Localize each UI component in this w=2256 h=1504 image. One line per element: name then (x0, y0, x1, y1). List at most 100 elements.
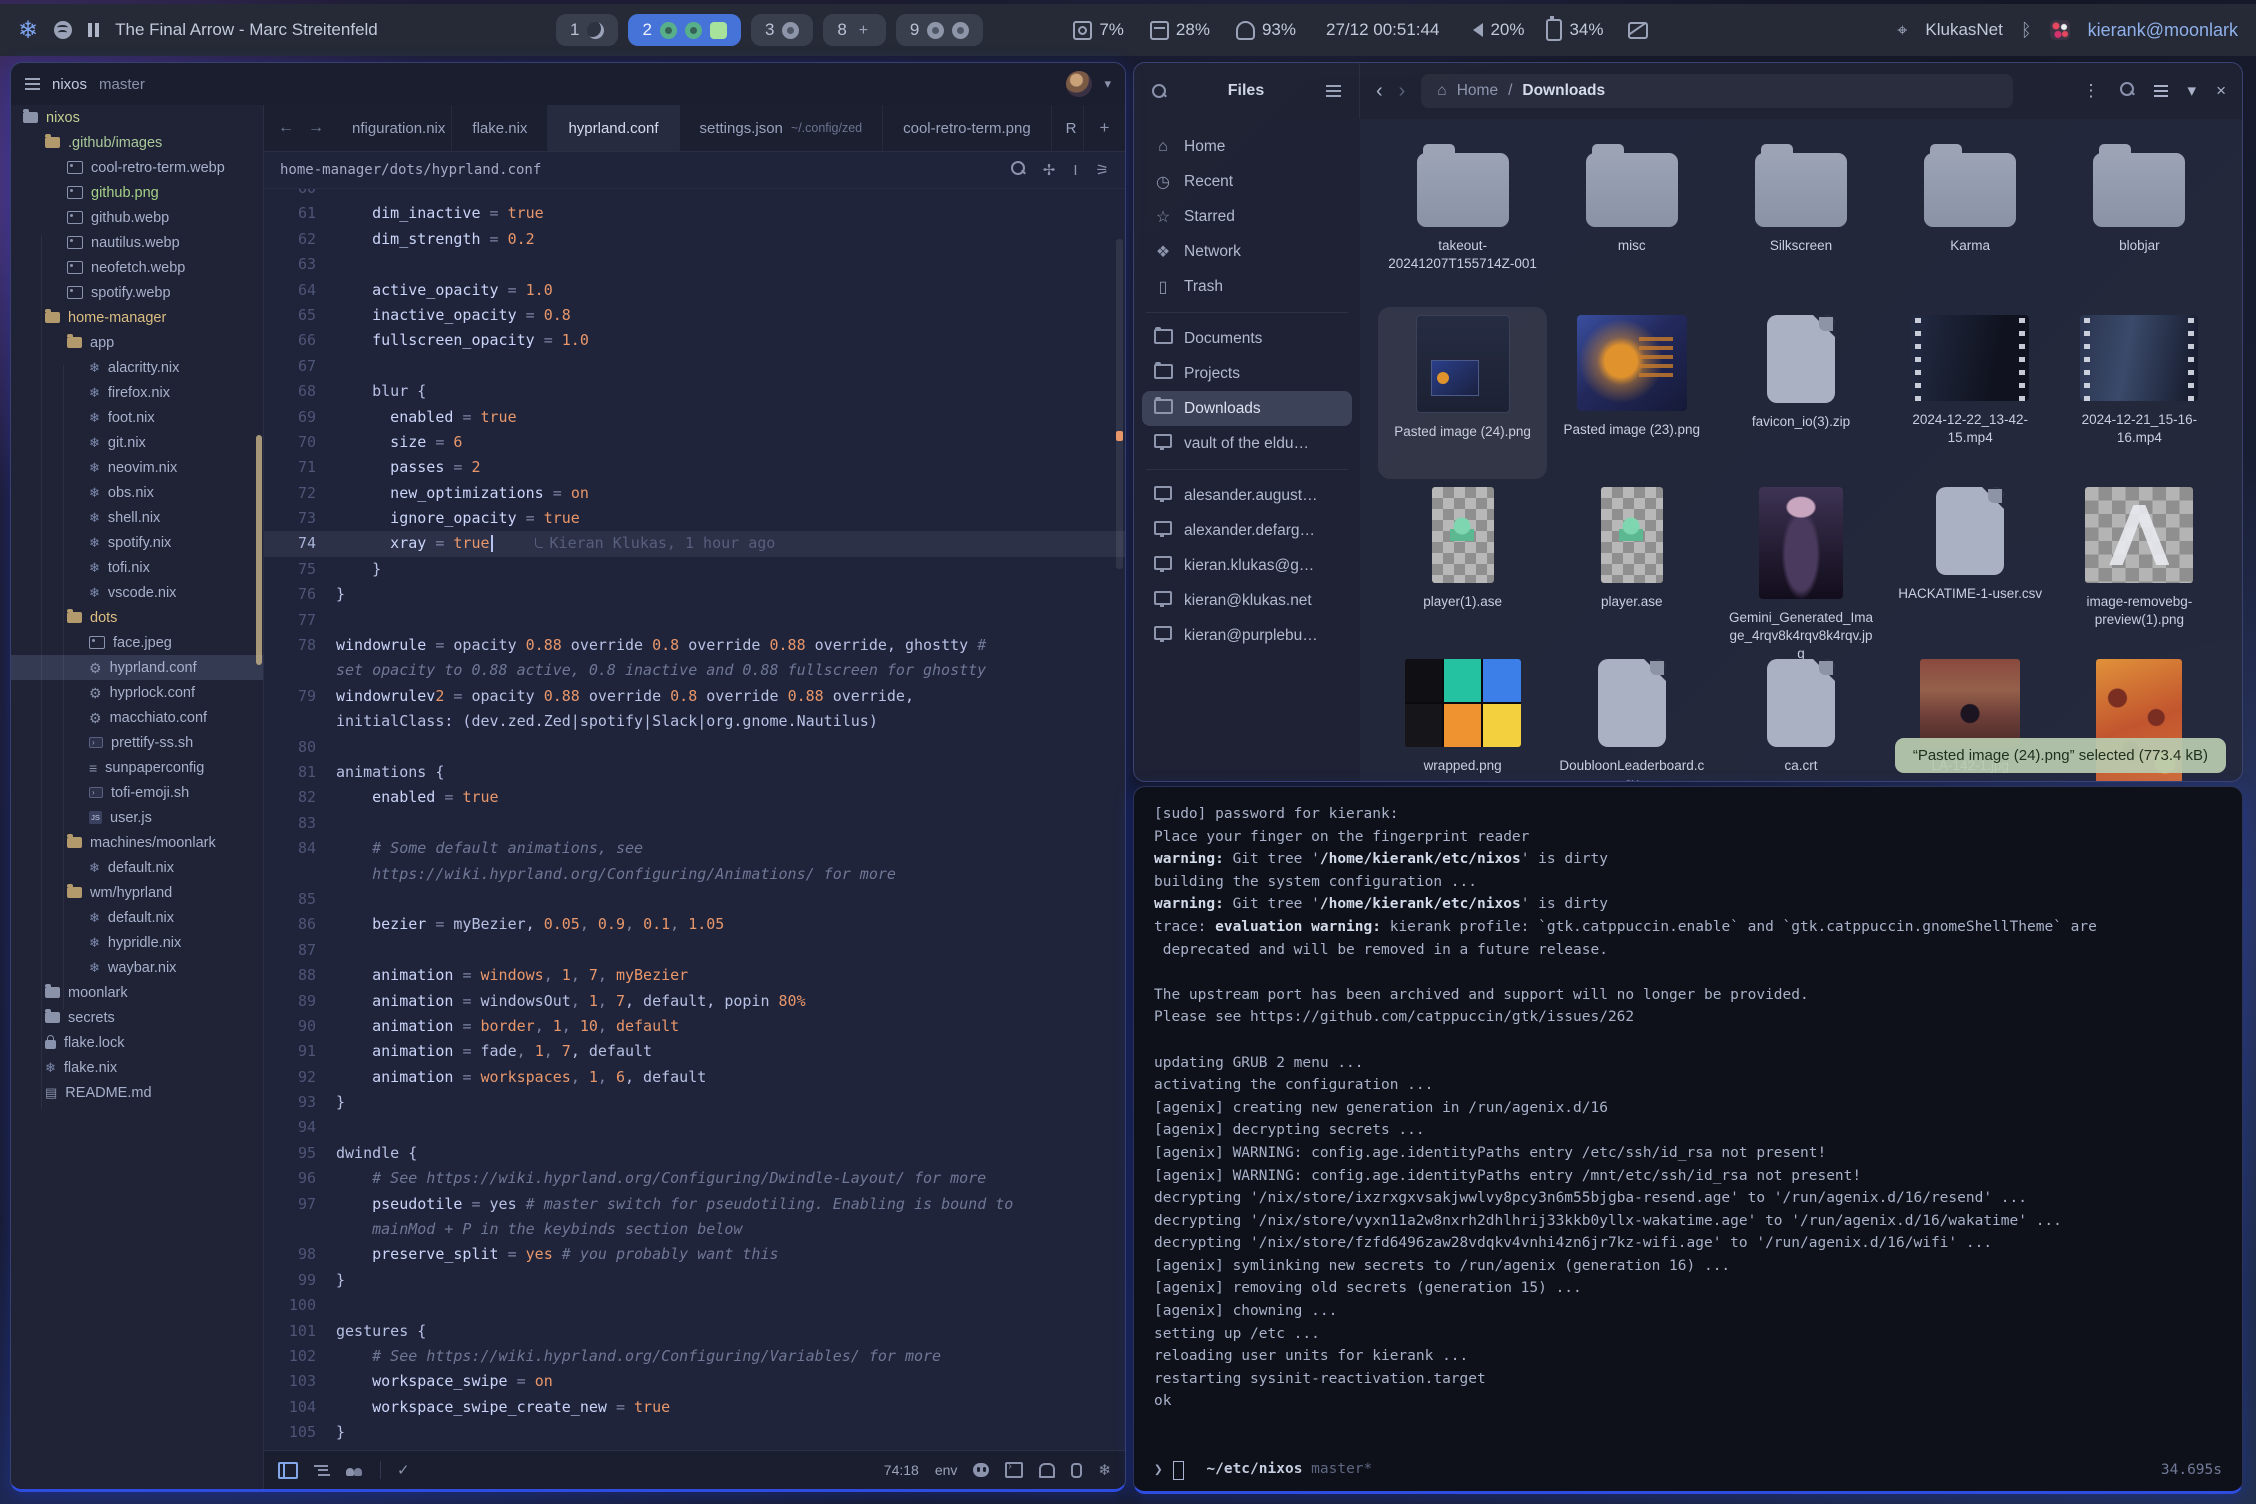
file-item-player-ase[interactable]: player.ase (1547, 479, 1716, 651)
editor-settings-icon[interactable]: ⚞ (1096, 161, 1109, 179)
code-editor[interactable]: 6061 dim_inactive = true62 dim_strength … (264, 189, 1125, 1450)
terminal-window[interactable]: [sudo] password for kierank:Place your f… (1133, 786, 2243, 1494)
spotify-icon[interactable] (54, 21, 72, 39)
file-item-karma[interactable]: Karma (1886, 135, 2055, 307)
tree-item-github-webp[interactable]: github.webp (11, 205, 263, 230)
tree-item-hyprlock-conf[interactable]: ⚙hyprlock.conf (11, 680, 263, 705)
tree-item-spotify-nix[interactable]: ❄spotify.nix (11, 530, 263, 555)
tree-item-secrets[interactable]: secrets (11, 1005, 263, 1030)
tree-item-neofetch-webp[interactable]: neofetch.webp (11, 255, 263, 280)
copilot-icon[interactable] (973, 1463, 989, 1477)
sidebar-item-kieran-klukas-net[interactable]: kieran@klukas.net (1142, 583, 1352, 618)
list-view-icon[interactable] (2154, 85, 2168, 97)
notifications-icon[interactable] (1039, 1463, 1055, 1478)
file-item-pasted-image-23-png[interactable]: Pasted image (23).png (1547, 307, 1716, 479)
tab-cool-retro-term-png[interactable]: cool-retro-term.png (883, 105, 1052, 151)
inline-assist-icon[interactable]: ✢ (1043, 161, 1056, 179)
tree-item-user-js[interactable]: JSuser.js (11, 805, 263, 830)
nav-back-icon[interactable]: ← (278, 119, 294, 137)
pause-icon[interactable] (88, 23, 99, 37)
bluetooth-icon[interactable]: ᛒ (2021, 20, 2032, 41)
tree-item-app[interactable]: app (11, 330, 263, 355)
file-item-takeout-20241207t155714z-001[interactable]: takeout-20241207T155714Z-001 (1378, 135, 1547, 307)
path-bar[interactable]: ⌂ Home / Downloads (1421, 74, 2013, 108)
screenshare-off-icon[interactable] (1628, 22, 1648, 39)
tree-item-flake-lock[interactable]: flake.lock (11, 1030, 263, 1055)
sidebar-item-trash[interactable]: ▯Trash (1142, 269, 1352, 304)
battery-module[interactable]: 34% (1546, 19, 1603, 41)
tree-item-neovim-nix[interactable]: ❄neovim.nix (11, 455, 263, 480)
breadcrumb-current[interactable]: Downloads (1522, 82, 1605, 100)
env-indicator[interactable]: env (935, 1462, 958, 1478)
split-pane-icon[interactable]: ◫ (1125, 118, 1126, 138)
chevron-down-icon[interactable]: ▾ (1104, 76, 1111, 92)
search-folder-icon[interactable] (2120, 81, 2134, 101)
sidebar-item-downloads[interactable]: Downloads (1142, 391, 1352, 426)
mic-icon[interactable] (1071, 1463, 1082, 1478)
file-item-doubloonleaderboard-csv[interactable]: DoubloonLeaderboard.csv (1547, 651, 1716, 781)
tree-item-firefox-nix[interactable]: ❄firefox.nix (11, 380, 263, 405)
tree-item-obs-nix[interactable]: ❄obs.nix (11, 480, 263, 505)
sidebar-item-vault-of-the-eldu-[interactable]: vault of the eldu… (1142, 426, 1352, 461)
tree-item-alacritty-nix[interactable]: ❄alacritty.nix (11, 355, 263, 380)
avatar[interactable] (1066, 71, 1092, 97)
volume-module[interactable]: 20% (1473, 20, 1524, 40)
tree-item-hypridle-nix[interactable]: ❄hypridle.nix (11, 930, 263, 955)
file-item-hackatime-1-user-csv[interactable]: HACKATIME-1-user.csv (1886, 479, 2055, 651)
tree-item-macchiato-conf[interactable]: ⚙macchiato.conf (11, 705, 263, 730)
tree-item-git-nix[interactable]: ❄git.nix (11, 430, 263, 455)
tree-item-sunpaperconfig[interactable]: ≡sunpaperconfig (11, 755, 263, 780)
tree-item-spotify-webp[interactable]: spotify.webp (11, 280, 263, 305)
breadcrumb[interactable]: home-manager/dots/hyprland.conf (280, 162, 541, 178)
tree-item-waybar-nix[interactable]: ❄waybar.nix (11, 955, 263, 980)
tree-item-tofi-emoji-sh[interactable]: ›tofi-emoji.sh (11, 780, 263, 805)
tab-nfiguration-nix[interactable]: nfiguration.nix (338, 105, 452, 151)
tree-item-foot-nix[interactable]: ❄foot.nix (11, 405, 263, 430)
file-item-ca-crt[interactable]: ca.crt (1716, 651, 1885, 781)
tree-scrollbar[interactable] (256, 435, 262, 665)
sidebar-item-recent[interactable]: ◷Recent (1142, 164, 1352, 199)
editor-scrollbar[interactable] (1116, 239, 1123, 569)
breadcrumb-root[interactable]: Home (1457, 82, 1498, 100)
file-item-silkscreen[interactable]: Silkscreen (1716, 135, 1885, 307)
back-icon[interactable]: ‹ (1376, 80, 1383, 103)
tab-hyprland-conf[interactable]: hyprland.conf (548, 105, 679, 151)
sidebar-item-alexander-defarg-[interactable]: alexander.defarg… (1142, 513, 1352, 548)
workspace-8[interactable]: 8+ (823, 14, 885, 46)
tree-item-moonlark[interactable]: moonlark (11, 980, 263, 1005)
tree-item-face-jpeg[interactable]: face.jpeg (11, 630, 263, 655)
tab-settings-json[interactable]: settings.json~/.config/zed (680, 105, 884, 151)
search-icon[interactable] (1152, 84, 1166, 98)
workspace-9[interactable]: 9 (896, 14, 983, 46)
tree-item-flake-nix[interactable]: ❄flake.nix (11, 1055, 263, 1080)
tray-app-icon[interactable] (2050, 20, 2070, 40)
menu-icon[interactable] (1326, 85, 1341, 97)
tree-item-nixos[interactable]: nixos (11, 105, 263, 130)
tree-item-wm-hyprland[interactable]: wm/hyprland (11, 880, 263, 905)
tree-item-readme-md[interactable]: ▤README.md (11, 1080, 263, 1105)
file-item-2024-12-21-15-16-16-mp4[interactable]: 2024-12-21_15-16-16.mp4 (2055, 307, 2224, 479)
tree-item-github-png[interactable]: github.png (11, 180, 263, 205)
tree-item-cool-retro-term-webp[interactable]: cool-retro-term.webp (11, 155, 263, 180)
file-item-blobjar[interactable]: blobjar (2055, 135, 2224, 307)
nixos-logo-icon[interactable]: ❄ (18, 16, 38, 45)
menu-icon[interactable] (25, 78, 40, 90)
tree-item-tofi-nix[interactable]: ❄tofi.nix (11, 555, 263, 580)
forward-icon[interactable]: › (1399, 80, 1406, 103)
tree-item-machines-moonlark[interactable]: machines/moonlark (11, 830, 263, 855)
git-branch[interactable]: master (99, 76, 145, 93)
workspace-3[interactable]: 3 (751, 14, 813, 46)
project-panel-toggle-icon[interactable] (278, 1462, 298, 1479)
project-name[interactable]: nixos (52, 76, 87, 93)
terminal-panel-icon[interactable] (1005, 1462, 1023, 1478)
sidebar-item-starred[interactable]: ☆Starred (1142, 199, 1352, 234)
sidebar-item-alesander-august-[interactable]: alesander.august… (1142, 478, 1352, 513)
file-item-wrapped-png[interactable]: wrapped.png (1378, 651, 1547, 781)
file-item-favicon-io-3-zip[interactable]: favicon_io(3).zip (1716, 307, 1885, 479)
cursor-position[interactable]: 74:18 (884, 1462, 919, 1478)
file-item-pasted-image-24-png[interactable]: Pasted image (24).png (1378, 307, 1547, 479)
nav-forward-icon[interactable]: → (308, 119, 324, 137)
workspace-2[interactable]: 2 (628, 14, 740, 46)
sidebar-item-projects[interactable]: Projects (1142, 356, 1352, 391)
file-item-2024-12-22-13-42-15-mp4[interactable]: 2024-12-22_13-42-15.mp4 (1886, 307, 2055, 479)
